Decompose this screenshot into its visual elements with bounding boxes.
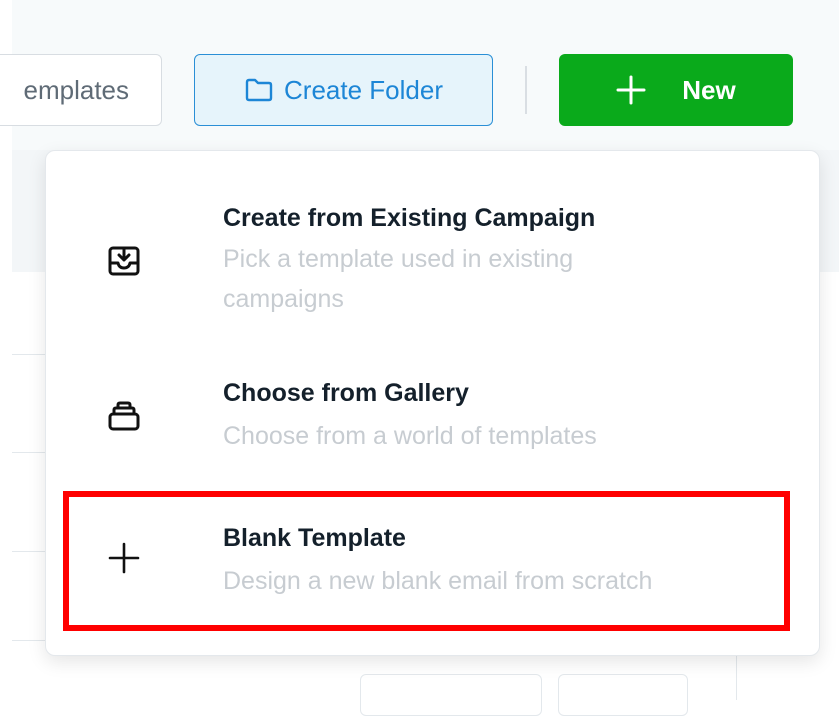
menu-item-create-from-existing-campaign[interactable]: Create from Existing Campaign Pick a tem… — [46, 191, 819, 331]
new-button-label: New — [682, 74, 736, 105]
templates-button[interactable]: emplates — [0, 54, 162, 126]
highlight-box — [63, 491, 790, 631]
toolbar-separator — [525, 66, 527, 114]
menu-item-title: Create from Existing Campaign — [223, 204, 596, 232]
menu-item-description: Choose from a world of templates — [223, 422, 597, 450]
background-button — [558, 674, 688, 716]
menu-item-title: Choose from Gallery — [223, 379, 469, 407]
folder-icon — [244, 77, 274, 103]
new-button[interactable]: New — [559, 54, 793, 126]
create-folder-button[interactable]: Create Folder — [194, 54, 493, 126]
background-button — [360, 674, 542, 716]
create-folder-label: Create Folder — [284, 74, 443, 105]
templates-button-label: emplates — [23, 74, 130, 105]
inbox-download-icon — [102, 239, 146, 283]
menu-item-description: Pick a template used in existing campaig… — [223, 245, 574, 313]
gallery-stack-icon — [102, 393, 146, 437]
plus-icon — [616, 75, 646, 105]
menu-item-choose-from-gallery[interactable]: Choose from Gallery Choose from a world … — [46, 361, 819, 471]
